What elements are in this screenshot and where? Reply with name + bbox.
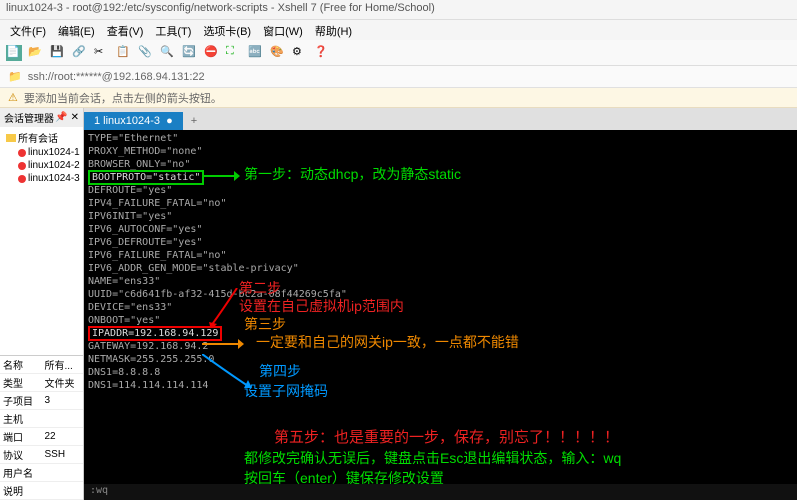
properties-panel: 名称所有... 类型文件夹 子项目3 主机 端口22 协议SSH 用户名 说明 xyxy=(0,355,83,500)
menu-file[interactable]: 文件(F) xyxy=(6,22,50,38)
term-line-bootproto: BOOTPROTO="static" xyxy=(88,171,793,184)
term-line: PROXY_METHOD="none" xyxy=(88,145,793,158)
tip-text: 要添加当前会话，点击左侧的箭头按钮。 xyxy=(24,90,222,106)
color-icon[interactable]: 🎨 xyxy=(270,45,286,61)
sidebar-header: 会话管理器 📌 ✕ xyxy=(0,108,83,127)
tree-item-1[interactable]: linux1024-1 xyxy=(2,146,81,159)
fullscreen-icon[interactable]: ⛶ xyxy=(226,45,242,61)
menu-view[interactable]: 查看(V) xyxy=(103,22,148,38)
addr-folder-icon[interactable]: 📁 xyxy=(8,70,22,83)
prop-row: 说明 xyxy=(0,482,83,500)
prop-row: 子项目3 xyxy=(0,392,83,410)
bootproto-highlight: BOOTPROTO="static" xyxy=(88,170,204,185)
font-icon[interactable]: 🔤 xyxy=(248,45,264,61)
sidebar-title: 会话管理器 xyxy=(4,110,54,125)
tab-add-button[interactable]: + xyxy=(183,112,205,130)
term-line: IPV6INIT="yes" xyxy=(88,210,793,223)
prop-row: 用户名 xyxy=(0,464,83,482)
prop-row: 协议SSH xyxy=(0,446,83,464)
disconnect-icon[interactable]: ✂ xyxy=(94,45,110,61)
term-line: GATEWAY=192.168.94.2 xyxy=(88,340,793,353)
session-tree: 所有会话 linux1024-1 linux1024-2 linux1024-3 xyxy=(0,127,83,355)
window-titlebar: linux1024-3 - root@192:/etc/sysconfig/ne… xyxy=(0,0,797,20)
vim-command: :wq xyxy=(90,485,108,496)
search-icon[interactable]: 🔍 xyxy=(160,45,176,61)
term-line: IPV4_FAILURE_FATAL="no" xyxy=(88,197,793,210)
term-line: NETMASK=255.255.255.0 xyxy=(88,353,793,366)
tip-bar: ⚠ 要添加当前会话，点击左侧的箭头按钮。 xyxy=(0,88,797,108)
term-line-ipaddr: IPADDR=192.168.94.129 xyxy=(88,327,793,340)
tree-item-3[interactable]: linux1024-3 xyxy=(2,172,81,185)
term-line: IPV6_AUTOCONF="yes" xyxy=(88,223,793,236)
sidebar-pin-icon[interactable]: 📌 xyxy=(55,112,67,123)
session-dot-icon xyxy=(18,162,26,170)
menu-bar: 文件(F) 编辑(E) 查看(V) 工具(T) 选项卡(B) 窗口(W) 帮助(… xyxy=(0,20,797,40)
menu-window[interactable]: 窗口(W) xyxy=(259,22,307,38)
tree-root-label: 所有会话 xyxy=(18,130,58,145)
save-icon[interactable]: 💾 xyxy=(50,45,66,61)
sidebar-close-icon[interactable]: ✕ xyxy=(71,112,79,123)
terminal-area: 1 linux1024-3 ● + TYPE="Ethernet" PROXY_… xyxy=(84,108,797,500)
menu-edit[interactable]: 编辑(E) xyxy=(54,22,99,38)
prop-row: 主机 xyxy=(0,410,83,428)
tip-icon: ⚠ xyxy=(8,91,18,104)
help-icon[interactable]: ❓ xyxy=(314,45,330,61)
tab-close-icon[interactable]: ● xyxy=(166,115,173,127)
tree-item-2[interactable]: linux1024-2 xyxy=(2,159,81,172)
tree-item-label: linux1024-1 xyxy=(28,147,80,158)
address-text[interactable]: ssh://root:******@192.168.94.131:22 xyxy=(28,71,205,83)
menu-tabs[interactable]: 选项卡(B) xyxy=(199,22,255,38)
paste-icon[interactable]: 📎 xyxy=(138,45,154,61)
toolbar: 📄 📂 💾 🔗 ✂ 📋 📎 🔍 🔄 ⛔ ⛶ 🔤 🎨 ⚙ ❓ xyxy=(0,40,797,66)
vim-command-bar[interactable]: :wq xyxy=(84,484,797,500)
tree-item-label: linux1024-2 xyxy=(28,160,80,171)
tree-item-label: linux1024-3 xyxy=(28,173,80,184)
term-line: DNS1=114.114.114.114 xyxy=(88,379,793,392)
term-line: DNS1=8.8.8.8 xyxy=(88,366,793,379)
term-line: TYPE="Ethernet" xyxy=(88,132,793,145)
ipaddr-highlight: IPADDR=192.168.94.129 xyxy=(88,326,222,341)
term-line: DEFROUTE="yes" xyxy=(88,184,793,197)
tab-strip: 1 linux1024-3 ● + xyxy=(84,108,797,130)
term-line: DEVICE="ens33" xyxy=(88,301,793,314)
properties-table: 名称所有... 类型文件夹 子项目3 主机 端口22 协议SSH 用户名 说明 xyxy=(0,356,83,500)
term-line: IPV6_ADDR_GEN_MODE="stable-privacy" xyxy=(88,262,793,275)
term-line: IPV6_DEFROUTE="yes" xyxy=(88,236,793,249)
prop-row: 端口22 xyxy=(0,428,83,446)
prop-row: 类型文件夹 xyxy=(0,374,83,392)
connect-icon[interactable]: 🔗 xyxy=(72,45,88,61)
address-bar: 📁 ssh://root:******@192.168.94.131:22 xyxy=(0,66,797,88)
settings-icon[interactable]: ⚙ xyxy=(292,45,308,61)
open-icon[interactable]: 📂 xyxy=(28,45,44,61)
tab-label: 1 linux1024-3 xyxy=(94,115,160,127)
stop-icon[interactable]: ⛔ xyxy=(204,45,220,61)
term-line: NAME="ens33" xyxy=(88,275,793,288)
terminal[interactable]: TYPE="Ethernet" PROXY_METHOD="none" BROW… xyxy=(84,130,797,500)
menu-help[interactable]: 帮助(H) xyxy=(311,22,356,38)
term-line: IPV6_FAILURE_FATAL="no" xyxy=(88,249,793,262)
term-line: UUID="c6d641fb-af32-415d-bc2a-08f44269c5… xyxy=(88,288,793,301)
folder-icon xyxy=(6,134,16,142)
session-dot-icon xyxy=(18,149,26,157)
tab-active[interactable]: 1 linux1024-3 ● xyxy=(84,112,183,130)
prop-row: 名称所有... xyxy=(0,356,83,374)
session-dot-icon xyxy=(18,175,26,183)
copy-icon[interactable]: 📋 xyxy=(116,45,132,61)
tree-root[interactable]: 所有会话 xyxy=(2,129,81,146)
menu-tools[interactable]: 工具(T) xyxy=(151,22,195,38)
refresh-icon[interactable]: 🔄 xyxy=(182,45,198,61)
session-sidebar: 会话管理器 📌 ✕ 所有会话 linux1024-1 linux1024-2 l… xyxy=(0,108,84,500)
new-icon[interactable]: 📄 xyxy=(6,45,22,61)
window-title: linux1024-3 - root@192:/etc/sysconfig/ne… xyxy=(6,2,435,14)
